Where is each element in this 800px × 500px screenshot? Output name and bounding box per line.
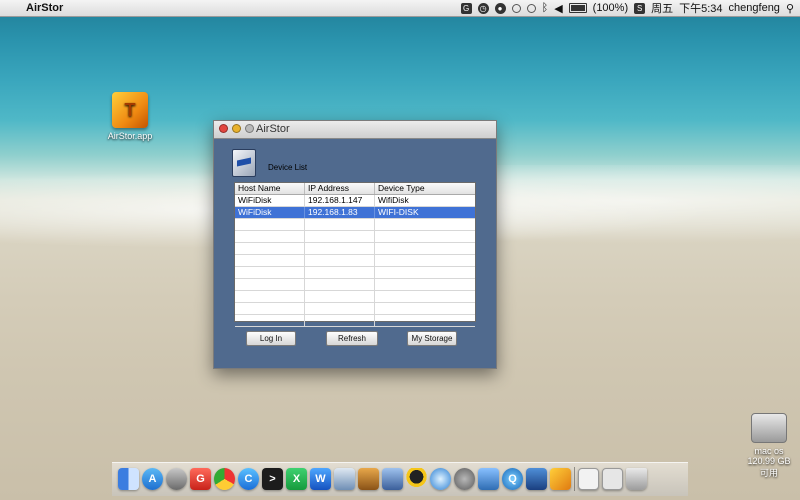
window-titlebar[interactable]: AirStor <box>214 121 496 139</box>
sync-icon[interactable]: G <box>460 2 472 14</box>
login-button[interactable]: Log In <box>246 331 296 346</box>
app-g-icon[interactable]: G <box>190 468 211 490</box>
empty-row <box>235 291 475 303</box>
clock-day[interactable]: 周五 <box>651 0 673 16</box>
clock-icon[interactable]: ◷ <box>477 2 489 14</box>
input-s-icon[interactable]: S <box>634 2 646 14</box>
airstor-app-icon: T <box>112 92 148 128</box>
table-row[interactable]: WiFiDisk 192.168.1.147 WifiDisk <box>235 195 475 207</box>
window-thumb-icon[interactable] <box>578 468 599 490</box>
appstore-icon[interactable]: A <box>142 468 163 490</box>
col-ip-address[interactable]: IP Address <box>305 183 375 194</box>
device-list-icon <box>232 149 256 177</box>
quicktime-icon[interactable]: Q <box>502 468 523 490</box>
app-menu[interactable]: AirStor <box>26 2 63 14</box>
hd-sublabel: 120.99 GB 可用 <box>747 456 791 478</box>
empty-row <box>235 219 475 231</box>
device-list-header: Device List <box>232 149 307 177</box>
my-storage-button[interactable]: My Storage <box>407 331 457 346</box>
close-button[interactable] <box>219 124 228 133</box>
airstor-icon[interactable] <box>550 468 571 490</box>
preview-icon[interactable] <box>334 468 355 490</box>
cell-host: WiFiDisk <box>235 195 305 206</box>
search-icon[interactable]: ⚲ <box>786 2 794 15</box>
col-device-type[interactable]: Device Type <box>375 183 475 194</box>
app-blue-icon[interactable] <box>526 468 547 490</box>
cell-ip: 192.168.1.83 <box>305 207 375 218</box>
col-host-name[interactable]: Host Name <box>235 183 305 194</box>
cell-type: WifiDisk <box>378 195 409 205</box>
hd-label: mac os <box>754 446 784 456</box>
safari-icon[interactable] <box>430 468 451 490</box>
dock: A G C > X W Q <box>112 462 688 496</box>
qq-icon[interactable] <box>406 468 427 490</box>
battery-percent: (100%) <box>592 2 629 14</box>
cell-host: WiFiDisk <box>235 207 305 218</box>
device-table: Host Name IP Address Device Type WiFiDis… <box>234 182 476 327</box>
photo-icon[interactable] <box>478 468 499 490</box>
battery-icon[interactable] <box>568 3 587 13</box>
status-area: G ◷ ● ᛒ ◀ (100%) S 周五 下午5:34 chengfeng ⚲ <box>460 0 800 16</box>
app-c-icon[interactable]: C <box>238 468 259 490</box>
hard-drive-icon <box>751 413 787 443</box>
cell-ip: 192.168.1.147 <box>305 195 375 206</box>
bluetooth-icon[interactable]: ᛒ <box>542 2 549 14</box>
airstor-window: AirStor Device List Host Name IP Address… <box>213 120 497 369</box>
empty-row <box>235 231 475 243</box>
cell-type: WIFI-DISK <box>378 207 419 217</box>
desktop-airstor-app[interactable]: T AirStor.app <box>106 92 154 141</box>
terminal-icon[interactable]: > <box>262 468 283 490</box>
finder-icon[interactable] <box>118 468 139 490</box>
empty-row <box>235 315 475 327</box>
window-title: AirStor <box>256 123 290 135</box>
system-prefs-icon[interactable] <box>454 468 475 490</box>
zoom-button[interactable] <box>245 124 254 133</box>
empty-row <box>235 303 475 315</box>
excel-icon[interactable]: X <box>286 468 307 490</box>
empty-row <box>235 255 475 267</box>
volume-icon[interactable]: ◀ <box>554 2 562 15</box>
table-header: Host Name IP Address Device Type <box>235 183 475 195</box>
menu-bar: AirStor G ◷ ● ᛒ ◀ (100%) S 周五 下午5:34 che… <box>0 0 800 17</box>
chrome-icon[interactable] <box>214 468 235 490</box>
desktop-app-label: AirStor.app <box>107 131 153 141</box>
empty-row <box>235 279 475 291</box>
device-list-label: Device List <box>268 162 308 172</box>
boxes-icon[interactable] <box>358 468 379 490</box>
window-thumb2-icon[interactable] <box>602 468 623 490</box>
trash-icon[interactable] <box>626 468 647 490</box>
table-row-selected[interactable]: WiFiDisk 192.168.1.83 WIFI-DISK <box>235 207 475 219</box>
empty-row <box>235 243 475 255</box>
shield-icon[interactable]: ● <box>494 2 506 14</box>
timemachine-icon[interactable] <box>526 3 536 13</box>
desktop-hard-drive[interactable]: mac os 120.99 GB 可用 <box>744 413 794 479</box>
launchpad-icon[interactable] <box>166 468 187 490</box>
xcode-icon[interactable] <box>382 468 403 490</box>
word-icon[interactable]: W <box>310 468 331 490</box>
clock-time[interactable]: 下午5:34 <box>679 0 722 16</box>
user-name[interactable]: chengfeng <box>729 2 780 14</box>
wifi-icon[interactable] <box>511 3 521 13</box>
refresh-button[interactable]: Refresh <box>326 331 378 346</box>
minimize-button[interactable] <box>232 124 241 133</box>
empty-row <box>235 267 475 279</box>
dock-divider <box>574 467 575 491</box>
